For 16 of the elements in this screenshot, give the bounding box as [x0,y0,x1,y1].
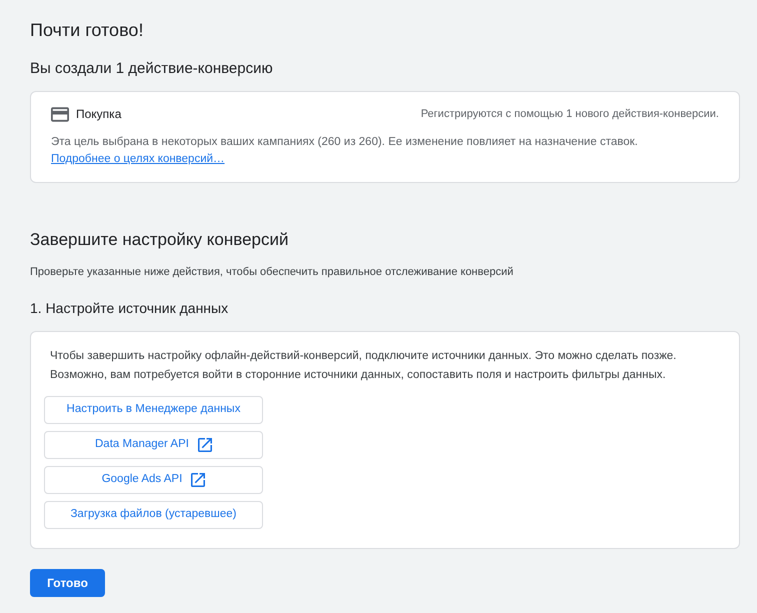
data-source-button[interactable]: Data Manager API [44,431,263,459]
data-source-button[interactable]: Загрузка файлов (устаревшее) [44,501,263,529]
page-title: Почти готово! [30,19,144,41]
data-source-info: Чтобы завершить настройку офлайн-действий-конверсий, подключите источники данных. Это можно сделать позже. Возможно, вам потребуется войти в сторонние источники данных, сопоставить поля и настроить фильтры данных. [49,349,678,383]
section-heading: Вы создали 1 действие-конверсию [30,59,273,79]
step-heading: 1. Настройте источник данных [30,299,228,317]
credit-card-icon [51,106,69,122]
section-subheading: Проверьте указанные ниже действия, чтобы обеспечить правильное отслеживание конверсий [30,265,514,280]
done-button[interactable]: Готово [30,569,105,597]
section-heading: Завершите настройку конверсий [30,229,288,251]
data-source-button[interactable]: Google Ads API [44,466,263,494]
conversion-description: Эта цель выбрана в некоторых ваших кампаниях (260 из 260). Ее изменение повлияет на назначение ставок. Подробнее о целях конверсий… [51,135,639,167]
registration-note: Регистрируются с помощью 1 нового действия-конверсии. [420,106,719,122]
learn-more-link[interactable]: Подробнее о целях конверсий… [51,153,225,165]
data-source-button[interactable]: Настроить в Менеджере данных [44,396,263,424]
conversion-name: Покупка [76,106,122,123]
